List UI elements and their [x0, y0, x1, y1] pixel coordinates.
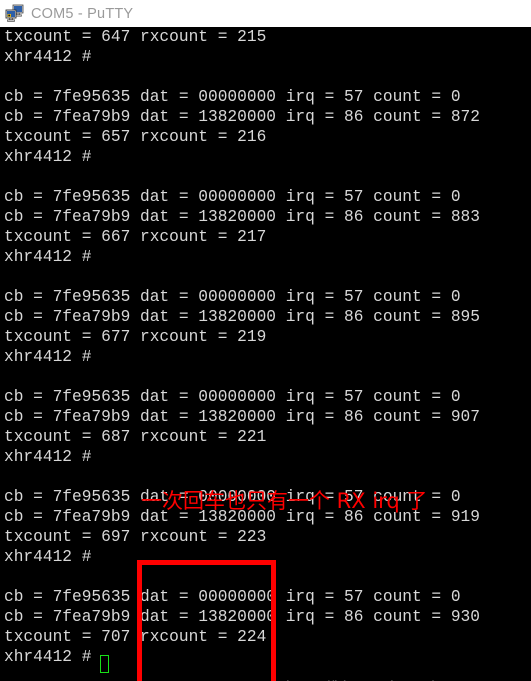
terminal-line: xhr4412 #: [4, 248, 92, 266]
terminal-line: cb = 7fea79b9 dat = 13820000 irq = 86 co…: [4, 608, 480, 626]
terminal-line: txcount = 667 rxcount = 217: [4, 228, 267, 246]
terminal-line: xhr4412 #: [4, 148, 92, 166]
terminal-line: cb = 7fe95635 dat = 00000000 irq = 57 co…: [4, 288, 461, 306]
terminal-line: xhr4412 #: [4, 348, 92, 366]
terminal-line: cb = 7fea79b9 dat = 13820000 irq = 86 co…: [4, 308, 480, 326]
terminal-line: xhr4412 #: [4, 548, 92, 566]
terminal-output: txcount = 647 rxcount = 215 xhr4412 # cb =…: [4, 27, 531, 667]
terminal-line: cb = 7fe95635 dat = 00000000 irq = 57 co…: [4, 188, 461, 206]
terminal-line: cb = 7fe95635 dat = 00000000 irq = 57 co…: [4, 88, 461, 106]
terminal-screen[interactable]: txcount = 647 rxcount = 215 xhr4412 # cb =…: [0, 27, 531, 681]
terminal-line: cb = 7fea79b9 dat = 13820000 irq = 86 co…: [4, 408, 480, 426]
putty-terminal-window: COM5 - PuTTY txcount = 647 rxcount = 215…: [0, 0, 531, 681]
window-title: COM5 - PuTTY: [31, 5, 134, 22]
putty-computers-icon: [5, 4, 25, 24]
annotation-note: 一次回车也只有一个 RX irq 了: [141, 489, 428, 513]
terminal-cursor: [100, 655, 109, 673]
terminal-line: cb = 7fe95635 dat = 00000000 irq = 57 co…: [4, 588, 461, 606]
terminal-line: txcount = 707 rxcount = 224: [4, 628, 267, 646]
terminal-line: cb = 7fea79b9 dat = 13820000 irq = 86 co…: [4, 108, 480, 126]
terminal-line: txcount = 687 rxcount = 221: [4, 428, 267, 446]
title-bar: COM5 - PuTTY: [0, 0, 531, 27]
terminal-line: xhr4412 #: [4, 448, 92, 466]
terminal-line: txcount = 697 rxcount = 223: [4, 528, 267, 546]
terminal-line: xhr4412 #: [4, 48, 92, 66]
terminal-line: cb = 7fe95635 dat = 00000000 irq = 57 co…: [4, 388, 461, 406]
terminal-line: txcount = 657 rxcount = 216: [4, 128, 267, 146]
terminal-line: xhr4412 #: [4, 648, 92, 666]
terminal-line: txcount = 677 rxcount = 219: [4, 328, 267, 346]
terminal-line: txcount = 647 rxcount = 215: [4, 28, 267, 46]
terminal-line: cb = 7fea79b9 dat = 13820000 irq = 86 co…: [4, 208, 480, 226]
